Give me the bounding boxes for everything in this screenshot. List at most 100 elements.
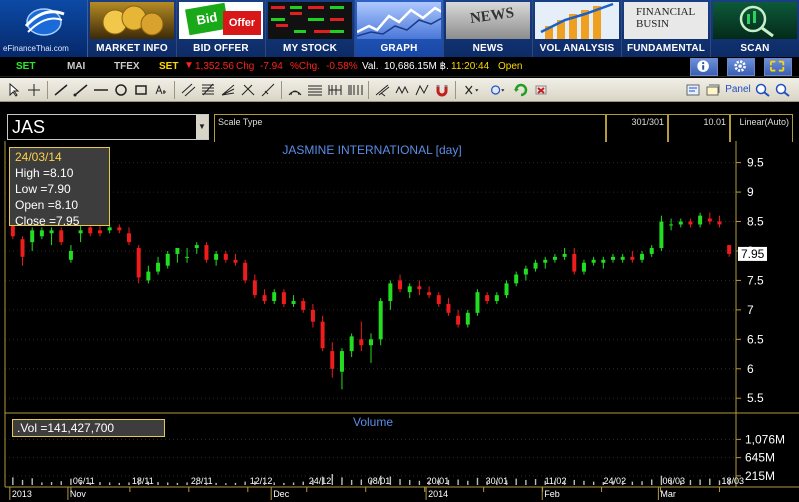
panel-button[interactable]: Panel [723, 81, 753, 99]
chevron-down-icon[interactable]: ▼ [196, 115, 208, 139]
candle-body [68, 250, 73, 260]
market-tab-set[interactable]: SET [16, 61, 35, 72]
note-tool[interactable] [703, 81, 723, 99]
fibo-retrace-icon [202, 83, 214, 95]
candle-body [562, 253, 567, 257]
volume-title: Volume [353, 415, 393, 429]
fibo-fan-tool[interactable] [218, 81, 238, 99]
market-tab-mai[interactable]: MAI [67, 61, 85, 72]
symbol-select[interactable]: JAS ▼ [7, 114, 209, 140]
fullscreen-button[interactable] [764, 58, 792, 76]
fibo-retrace-tool[interactable] [198, 81, 218, 99]
parallel-tool[interactable] [178, 81, 198, 99]
top-navigation: eFinanceThai.com MARKET INFO Bid Offer B… [0, 0, 799, 57]
nav-bid-offer[interactable]: Bid Offer BID OFFER [177, 0, 266, 57]
candle-body [330, 351, 335, 369]
scale-type-label: Scale Type [214, 114, 606, 142]
nav-graph[interactable]: GRAPH [355, 0, 444, 57]
crosshair-icon [28, 83, 40, 96]
site-logo[interactable]: eFinanceThai.com [0, 0, 88, 57]
magnet-tool[interactable] [432, 81, 452, 99]
candle-body [301, 301, 306, 310]
candle-body [204, 245, 209, 260]
crosshair-tool[interactable] [24, 81, 44, 99]
x-period-label: Feb [544, 489, 560, 499]
price-chart[interactable]: JASMINE INTERNATIONAL [day] Volume 9.5 9 8… [0, 140, 799, 502]
zoom-out-button[interactable] [773, 81, 793, 99]
zoom-out-icon [775, 83, 790, 97]
financial-paper-image: FINANCIAL BUSIN [624, 2, 708, 39]
y-tick-label: 6 [747, 362, 754, 376]
text-icon [155, 84, 166, 94]
settings-button[interactable] [727, 58, 755, 76]
gann-tool[interactable] [325, 81, 345, 99]
candle-body [359, 339, 364, 346]
info-icon [697, 60, 709, 72]
circle-tool[interactable] [111, 81, 131, 99]
cycle-tool[interactable] [392, 81, 412, 99]
eraser-tool[interactable] [531, 81, 551, 99]
rectangle-icon [135, 84, 147, 95]
andrews-tool[interactable] [372, 81, 392, 99]
arc-icon [288, 90, 302, 95]
gear-icon [734, 60, 746, 72]
chart-info-row: JAS ▼ Scale Type 301/301 10.01 Linear(Aut… [0, 102, 799, 142]
arc-tool[interactable] [285, 81, 305, 99]
candle-body [601, 259, 606, 263]
pointer-tool[interactable] [4, 81, 24, 99]
chg-label: Chg [236, 61, 255, 72]
scale-type-value[interactable]: Linear(Auto) [730, 114, 793, 142]
y-tick-label: 5.5 [747, 391, 764, 405]
candle-body [165, 253, 170, 266]
fibo-time-tool[interactable] [258, 81, 278, 99]
zoom-in-button[interactable] [753, 81, 773, 99]
info-button[interactable] [690, 58, 718, 76]
nav-news[interactable]: NEWS NEWS [444, 0, 533, 57]
candle-body [59, 230, 64, 243]
fibo-arc-tool[interactable] [238, 81, 258, 99]
candle-body [30, 230, 35, 243]
candle-body [127, 233, 131, 243]
ray-tool[interactable] [71, 81, 91, 99]
volume-tooltip: .Vol =141,427,700 [12, 419, 165, 437]
candle-body [39, 230, 44, 237]
speed-tool[interactable] [345, 81, 365, 99]
candle-body [175, 248, 180, 254]
market-tab-tfex[interactable]: TFEX [114, 61, 140, 72]
candle-body [272, 292, 277, 302]
nav-fundamental[interactable]: FINANCIAL BUSIN FUNDAMENTAL [622, 0, 711, 57]
eraser-icon [535, 85, 547, 94]
y-tick-label: 6.5 [747, 332, 764, 346]
ohlc-open: Open =8.10 [15, 198, 79, 212]
ohlc-tooltip: 24/03/14 High =8.10 Low =7.90 Open =8.10… [9, 147, 110, 228]
delete-tool[interactable] [459, 81, 485, 99]
fibo-channel-tool[interactable] [305, 81, 325, 99]
candle-body [475, 292, 480, 313]
nav-my-stock[interactable]: MY STOCK [266, 0, 355, 57]
candle-body [514, 274, 519, 284]
trendline-tool[interactable] [51, 81, 71, 99]
nav-vol-analysis[interactable]: VOL ANALYSIS [533, 0, 622, 57]
rectangle-tool[interactable] [131, 81, 151, 99]
hline-tool[interactable] [91, 81, 111, 99]
chart-title: JASMINE INTERNATIONAL [day] [282, 143, 461, 157]
refresh-icon [514, 83, 528, 96]
candle-body [388, 283, 393, 302]
zoom-tool[interactable] [485, 81, 511, 99]
fibo-channel-icon [308, 85, 322, 95]
index-name: SET [159, 61, 179, 72]
export-icon [686, 84, 700, 95]
export-tool[interactable] [683, 81, 703, 99]
value-label: Val. [362, 61, 379, 72]
text-tool[interactable] [151, 81, 171, 99]
candle-body [107, 227, 112, 231]
nav-market-info[interactable]: MARKET INFO [88, 0, 177, 57]
candle-body [243, 262, 248, 281]
candle-body [678, 221, 683, 225]
refresh-tool[interactable] [511, 81, 531, 99]
candle-body [78, 230, 83, 234]
multi-line-tool[interactable] [412, 81, 432, 99]
hline-icon [94, 88, 108, 91]
nav-scan[interactable]: SCAN [711, 0, 799, 57]
market-time: 11:20:44 [451, 61, 490, 72]
